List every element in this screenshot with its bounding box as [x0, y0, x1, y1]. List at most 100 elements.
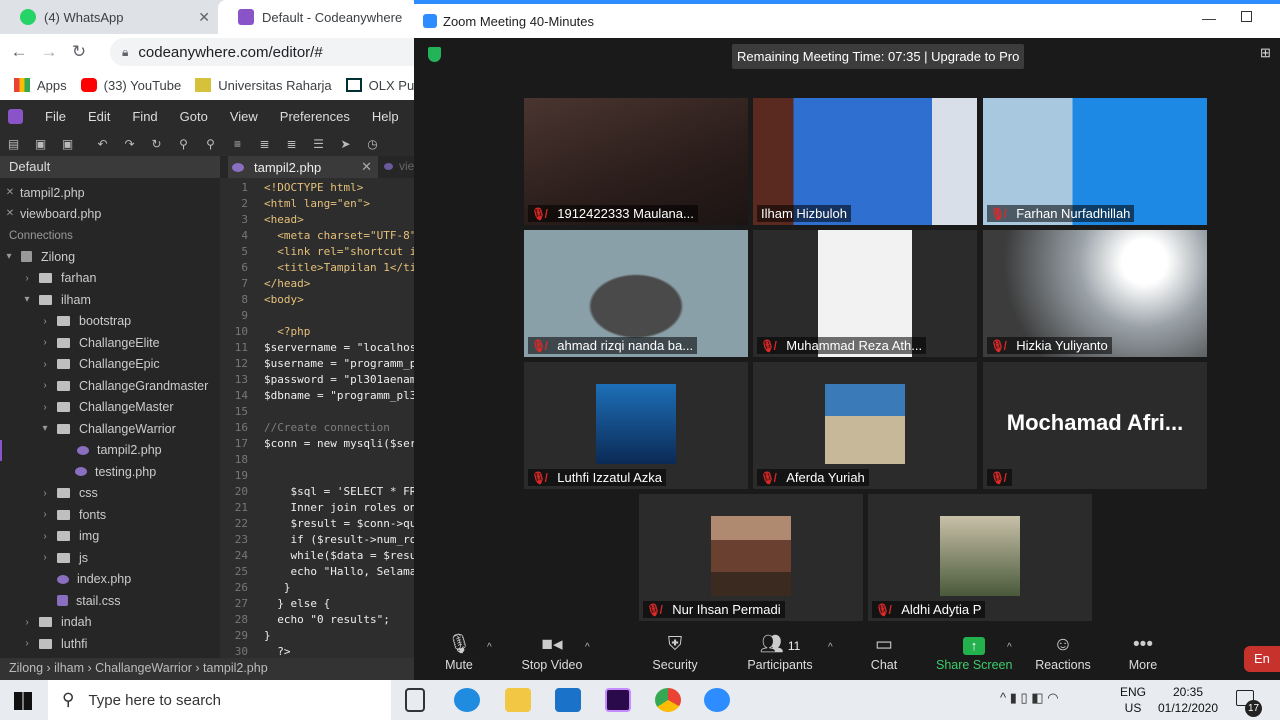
close-icon[interactable]: ✕: [0, 208, 20, 219]
participant-tile[interactable]: 🎙︎̸ Aldhi Adytia P: [868, 494, 1092, 621]
close-icon[interactable]: ✕: [198, 9, 210, 26]
bookmark-youtube[interactable]: (33) YouTube: [80, 78, 181, 93]
tab-whatsapp[interactable]: (4) WhatsApp ✕: [0, 0, 218, 34]
menu-file[interactable]: File: [45, 109, 66, 124]
format-icon[interactable]: ☰: [305, 137, 332, 151]
refresh-icon[interactable]: ↻: [143, 137, 170, 151]
menu-view[interactable]: View: [230, 109, 258, 124]
share-screen-button[interactable]: ↑ Share Screen: [936, 630, 1012, 680]
windows-start-icon[interactable]: [14, 692, 32, 710]
participant-tile[interactable]: 🎙︎̸ Muhammad Reza Ath...: [753, 230, 977, 357]
system-tray[interactable]: ^ ▮ ▯ ◧ ◠: [1000, 690, 1059, 706]
tree-item[interactable]: › ChallangeElite: [0, 332, 220, 353]
chevron-right-icon[interactable]: ›: [21, 617, 33, 628]
tree-item[interactable]: testing.php: [0, 461, 220, 482]
chevron-up-icon[interactable]: ^: [487, 642, 492, 653]
chat-button[interactable]: ▭ Chat: [868, 630, 900, 680]
participant-tile[interactable]: 🎙︎̸ Hizkia Yuliyanto: [983, 230, 1207, 357]
open-file-item[interactable]: ✕ viewboard.php: [0, 203, 220, 224]
chevron-right-icon[interactable]: ›: [21, 638, 33, 649]
participant-tile[interactable]: Ilham Hizbuloh: [753, 98, 977, 225]
chevron-down-icon[interactable]: ▾: [3, 251, 15, 262]
chevron-right-icon[interactable]: ›: [39, 380, 51, 391]
tab-tampil2[interactable]: tampil2.php ✕: [228, 156, 378, 178]
tree-item[interactable]: › bootstrap: [0, 311, 220, 332]
participant-tile[interactable]: 🎙︎̸ 1912422333 Maulana...: [524, 98, 748, 225]
edge-icon[interactable]: [454, 688, 480, 712]
wifi-icon[interactable]: ◠: [1047, 690, 1058, 705]
maximize-icon[interactable]: [1241, 11, 1252, 22]
open-file-item[interactable]: ✕ tampil2.php: [0, 182, 220, 203]
chevron-up-icon[interactable]: ^: [585, 642, 590, 653]
replace-icon[interactable]: ⚲: [197, 137, 224, 151]
search-icon[interactable]: ⚲: [170, 137, 197, 151]
tree-item[interactable]: › js: [0, 547, 220, 568]
tree-item[interactable]: index.php: [0, 569, 220, 590]
forward-arrow-icon[interactable]: →: [38, 42, 60, 62]
code-area[interactable]: 1 <!DOCTYPE html> 2 <html lang="en"> 3 <head>…: [220, 178, 414, 656]
back-arrow-icon[interactable]: ←: [8, 42, 30, 62]
chevron-right-icon[interactable]: ›: [39, 509, 51, 520]
menu-find[interactable]: Find: [132, 109, 157, 124]
reactions-button[interactable]: ☺ Reactions: [1034, 630, 1092, 680]
battery-icon[interactable]: ▮: [1010, 690, 1017, 705]
redo-icon[interactable]: ↷: [116, 137, 143, 151]
tree-item[interactable]: › ChallangeEpic: [0, 354, 220, 375]
close-icon[interactable]: ✕: [0, 187, 20, 198]
wrap-icon[interactable]: ≡: [224, 137, 251, 151]
menu-preferences[interactable]: Preferences: [280, 109, 350, 124]
mail-icon[interactable]: [555, 688, 581, 712]
participant-tile[interactable]: 🎙︎̸ Luthfi Izzatul Azka: [524, 362, 748, 489]
chevron-up-icon[interactable]: ^: [1000, 690, 1006, 705]
chevron-right-icon[interactable]: ›: [39, 488, 51, 499]
reload-icon[interactable]: ↻: [68, 42, 90, 62]
chevron-down-icon[interactable]: ▾: [21, 294, 33, 305]
participant-tile[interactable]: 🎙︎̸ Nur Ihsan Permadi: [639, 494, 863, 621]
chevron-up-icon[interactable]: ^: [828, 642, 833, 653]
chrome-icon[interactable]: [655, 688, 681, 712]
taskbar-search[interactable]: ⚲ Type here to search: [48, 680, 391, 720]
remaining-time-banner[interactable]: Remaining Meeting Time: 07:35 | Upgrade …: [732, 44, 1025, 69]
url-field[interactable]: 🔒︎ codeanywhere.com/editor/#: [110, 38, 414, 66]
menu-edit[interactable]: Edit: [88, 109, 110, 124]
stop-video-button[interactable]: ■◂ Stop Video: [518, 630, 586, 680]
end-meeting-button[interactable]: En: [1244, 646, 1280, 672]
save-icon[interactable]: ▣: [27, 137, 54, 151]
chevron-right-icon[interactable]: ›: [39, 359, 51, 370]
clock[interactable]: 20:35 01/12/2020: [1155, 684, 1221, 716]
participants-button[interactable]: 👥︎ 11 Participants: [744, 630, 816, 680]
indent-icon[interactable]: ≣: [251, 137, 278, 151]
tree-item[interactable]: › ChallangeMaster: [0, 397, 220, 418]
tree-item[interactable]: › ChallangeGrandmaster: [0, 375, 220, 396]
tree-item[interactable]: ▾ Zilong: [0, 246, 220, 267]
undo-icon[interactable]: ↶: [89, 137, 116, 151]
tab-codeanywhere[interactable]: Default - Codeanywhere: [218, 0, 418, 34]
history-icon[interactable]: ◷: [359, 137, 386, 151]
tree-item[interactable]: › indah: [0, 612, 220, 633]
task-view-icon[interactable]: [405, 688, 425, 712]
chevron-right-icon[interactable]: ›: [39, 552, 51, 563]
minimize-icon[interactable]: —: [1202, 10, 1216, 26]
shield-check-icon[interactable]: [428, 47, 441, 62]
chevron-right-icon[interactable]: ›: [39, 531, 51, 542]
mute-button[interactable]: 🎙︎ Mute: [436, 630, 482, 680]
participant-tile[interactable]: 🎙︎̸ Farhan Nurfadhillah: [983, 98, 1207, 225]
speaker-icon[interactable]: ◧: [1031, 690, 1043, 705]
tree-item[interactable]: › farhan: [0, 268, 220, 289]
participant-tile[interactable]: 🎙︎̸ ahmad rizqi nanda ba...: [524, 230, 748, 357]
chevron-down-icon[interactable]: ▾: [39, 423, 51, 434]
view-grid-icon[interactable]: ⊞: [1260, 45, 1271, 61]
tree-item[interactable]: › img: [0, 526, 220, 547]
tree-item[interactable]: › luthfi: [0, 633, 220, 654]
usb-icon[interactable]: ▯: [1021, 690, 1028, 705]
premiere-icon[interactable]: [605, 688, 631, 712]
tree-item[interactable]: › css: [0, 483, 220, 504]
outdent-icon[interactable]: ≣: [278, 137, 305, 151]
menu-goto[interactable]: Goto: [180, 109, 208, 124]
close-icon[interactable]: ✕: [361, 159, 372, 175]
chevron-up-icon[interactable]: ^: [1007, 642, 1012, 653]
participant-tile[interactable]: 🎙︎̸ Aferda Yuriah: [753, 362, 977, 489]
language-indicator[interactable]: ENG US: [1120, 684, 1146, 716]
participant-tile[interactable]: Mochamad Afri... 🎙︎̸: [983, 362, 1207, 489]
chevron-right-icon[interactable]: ›: [39, 337, 51, 348]
